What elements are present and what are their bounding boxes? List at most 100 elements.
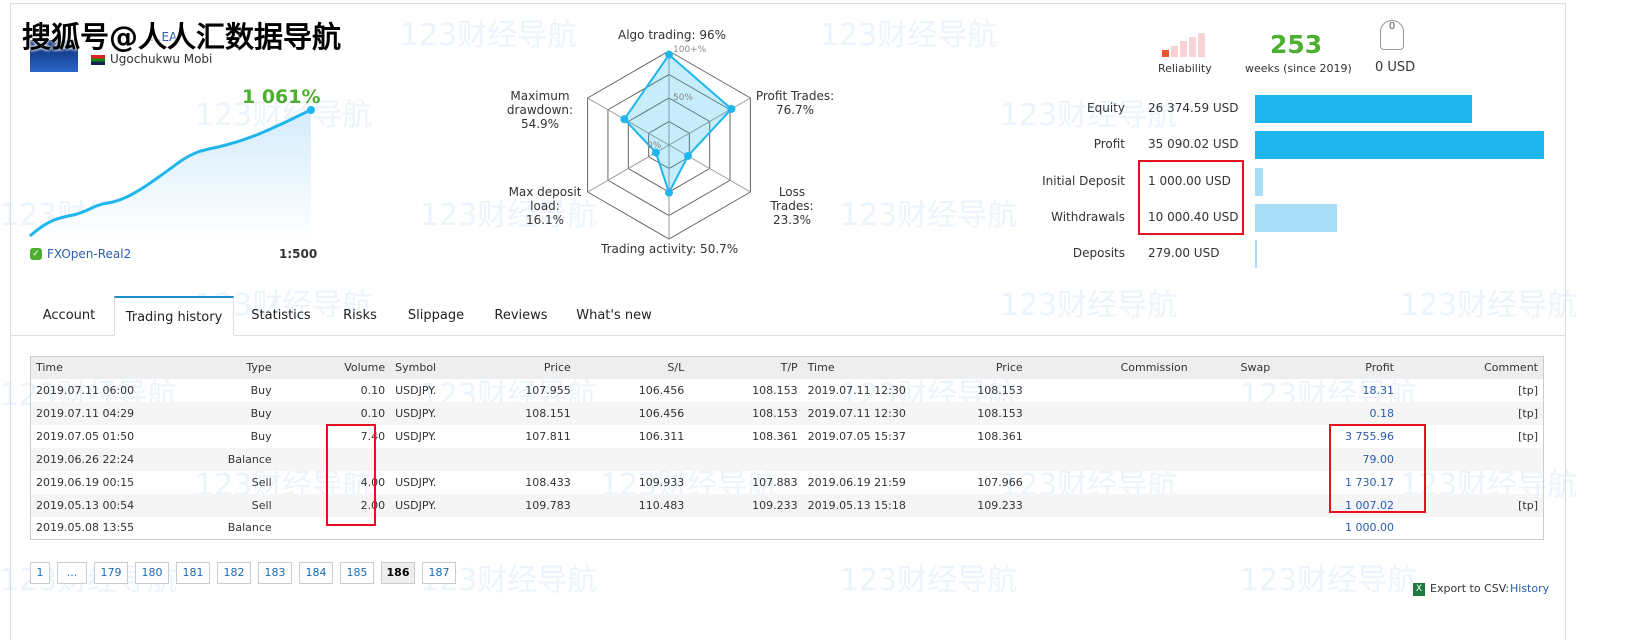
page-button[interactable]: 185 (340, 562, 374, 584)
tab-reviews[interactable]: Reviews (484, 296, 558, 336)
table-cell: 106.456 (575, 401, 690, 425)
flag-icon (91, 55, 105, 65)
column-header[interactable]: T/P (689, 356, 803, 379)
column-header[interactable]: Symbol (390, 356, 463, 379)
column-header[interactable]: Price (462, 356, 576, 379)
table-cell (689, 517, 802, 540)
stat-value: 279.00 USD (1148, 246, 1220, 260)
page-button[interactable]: 180 (135, 562, 169, 584)
column-header[interactable]: Price (914, 356, 1028, 379)
table-cell: 106.456 (638, 383, 685, 397)
watermark: 123财经导航 (840, 198, 1018, 233)
table-cell: Buy (250, 429, 272, 443)
table-cell: 0.10 (360, 383, 386, 397)
stat-label: Initial Deposit (1042, 174, 1125, 188)
tab-what-s-new[interactable]: What's new (570, 296, 658, 336)
table-cell (1192, 401, 1276, 425)
watermark: 123财经导航 (1400, 288, 1578, 323)
table-cell: USDJPY. (395, 429, 437, 443)
table-cell: USDJPY. (395, 383, 437, 397)
stat-label: Deposits (1072, 246, 1125, 260)
table-cell (462, 447, 576, 471)
table-row: 2019.07.11 06:00 Buy 0.10 USDJPY. 107.955 106… (31, 379, 1544, 402)
table-cell: 108.151 (462, 401, 576, 425)
page-button[interactable]: 179 (94, 562, 128, 584)
table-cell (1193, 471, 1276, 494)
radar-point (665, 188, 673, 197)
table-cell (575, 447, 690, 471)
table-cell: 107.955 (525, 383, 571, 397)
stat-bar (1255, 168, 1264, 196)
column-header[interactable]: Type (142, 356, 277, 379)
table-cell (1193, 379, 1276, 402)
table-cell: [tp] (1398, 401, 1544, 425)
page-button[interactable]: 184 (299, 562, 333, 584)
column-header[interactable]: Swap (1192, 356, 1276, 379)
table-row: 2019.07.11 04:29 Buy 0.10 USDJPY. 108.151 106… (30, 401, 1544, 425)
broker-link[interactable]: FXOpen-Real2 (47, 247, 131, 261)
column-header[interactable]: S/L (575, 356, 690, 379)
table-cell: 2019.07.11 12:30 (807, 383, 906, 397)
tab-slippage[interactable]: Slippage (398, 296, 474, 336)
highlight-box (326, 424, 376, 526)
watermark: 123财经导航 (820, 18, 998, 53)
table-cell: 2019.06.26 22:24 (30, 447, 143, 471)
radar-point (683, 151, 692, 160)
tab-trading-history[interactable]: Trading history (114, 296, 234, 336)
table-row: 2019.06.19 00:15 Sell 4.00 USDJPY. 108.433 10… (31, 471, 1544, 494)
radar-scale-label: 0% (647, 141, 662, 151)
table-cell (390, 517, 462, 540)
table-cell (462, 517, 575, 540)
export-label: Export to CSV: (1430, 582, 1510, 595)
table-cell (689, 447, 803, 471)
stat-bar (1255, 204, 1338, 232)
page-button[interactable]: 181 (176, 562, 210, 584)
table-cell (1027, 401, 1193, 425)
table-cell (1027, 493, 1193, 517)
tab-statistics[interactable]: Statistics (240, 296, 322, 336)
stat-bar (1255, 240, 1258, 268)
page-button[interactable]: 183 (258, 562, 292, 584)
page-button[interactable]: 187 (422, 562, 456, 584)
column-header[interactable]: Commission (1027, 356, 1193, 379)
radar-chart: 100+% 50% 0% (587, 45, 751, 240)
stat-bar (1255, 95, 1473, 123)
stat-bar (1255, 131, 1544, 159)
tab-risks[interactable]: Risks (330, 296, 390, 336)
stat-label: Withdrawals (1051, 210, 1125, 224)
radar-point (665, 50, 673, 59)
subscribers-icon: 0 (1380, 20, 1404, 50)
growth-chart (29, 106, 315, 240)
table-cell: 0.18 (1275, 401, 1399, 425)
table-cell: 1 000.00 (1345, 521, 1394, 535)
overlay-watermark-text: 搜狐号@人人汇数据导航 (22, 20, 342, 54)
column-header[interactable]: Time (802, 356, 915, 379)
table-cell: 2019.07.05 01:50 (36, 429, 135, 443)
column-header[interactable]: Profit (1275, 356, 1399, 379)
stat-label: Profit (1093, 137, 1125, 151)
export-history-link[interactable]: History (1510, 582, 1549, 595)
page-button[interactable]: ... (57, 562, 87, 584)
table-cell (1193, 425, 1276, 448)
table-cell: USDJPY. (390, 493, 463, 517)
table-cell (1028, 471, 1193, 494)
page-button[interactable]: 1 (30, 562, 50, 584)
column-header[interactable]: Time (30, 356, 143, 379)
page-button[interactable]: 186 (381, 562, 415, 584)
table-cell (914, 517, 1027, 540)
trading-history-table: Time Type Volume Symbol Price S/L T/P Time Price… (30, 356, 1544, 540)
table-row: 2019.07.05 01:50 Buy 7.40 USDJPY. 107.811 106… (31, 425, 1544, 448)
tab-account[interactable]: Account (30, 296, 108, 336)
table-cell: 2019.05.08 13:55 (36, 521, 135, 535)
column-header[interactable]: Volume (276, 356, 391, 379)
highlight-box (1138, 160, 1244, 235)
table-cell (1399, 517, 1544, 540)
table-cell: 109.783 (462, 493, 576, 517)
table-cell: 18.31 (1362, 383, 1394, 397)
radar-label-algo: Algo trading: 96% (618, 28, 727, 42)
table-cell (1028, 425, 1193, 448)
table-cell: 108.153 (977, 383, 1023, 397)
table-cell: Buy (142, 401, 277, 425)
column-header[interactable]: Comment (1398, 356, 1544, 379)
page-button[interactable]: 182 (217, 562, 251, 584)
